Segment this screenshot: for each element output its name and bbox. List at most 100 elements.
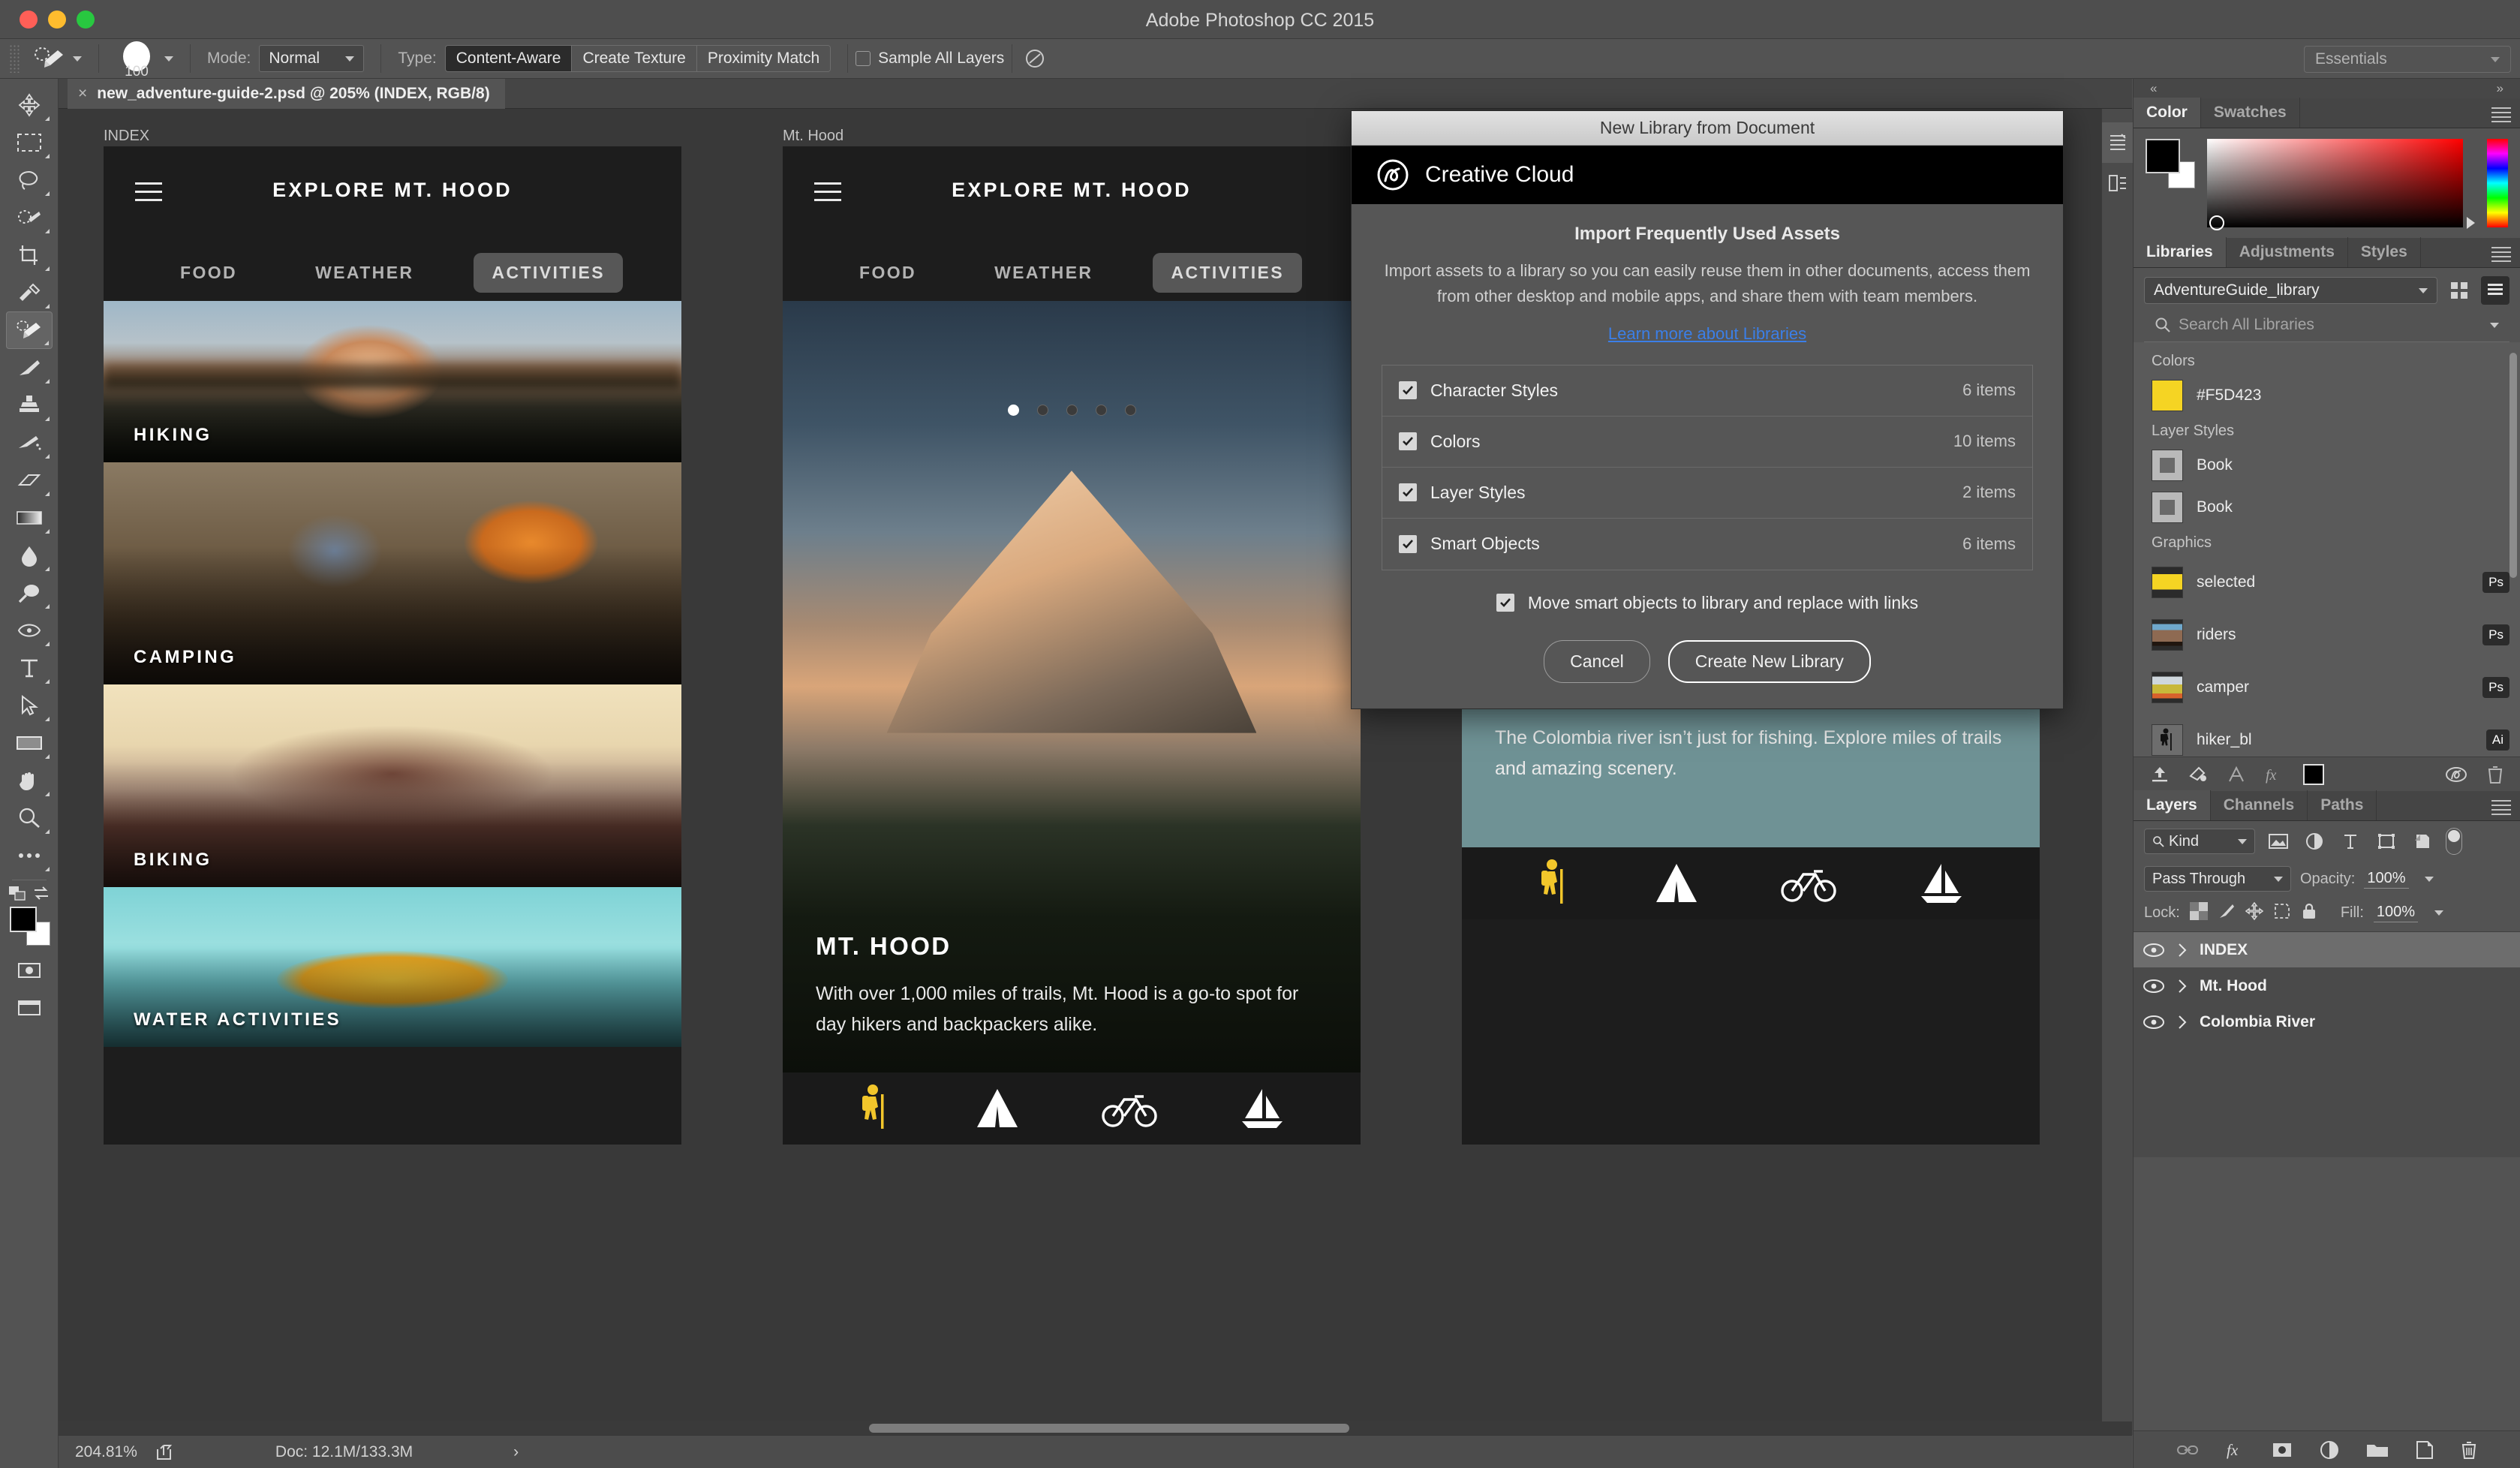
rectangle-tool[interactable] [6, 724, 53, 762]
history-brush-tool[interactable] [6, 424, 53, 462]
pager-dot[interactable] [1095, 405, 1107, 416]
dodge-tool[interactable] [6, 574, 53, 612]
index-nav-weather[interactable]: WEATHER [297, 253, 432, 293]
pager-dot[interactable] [1066, 405, 1078, 416]
tent-icon[interactable] [1653, 862, 1700, 905]
artboard-mt-hood[interactable]: EXPLORE MT. HOOD FOOD WEATHER ACTIVITIES… [783, 146, 1361, 1145]
color-swatches[interactable] [8, 907, 50, 947]
blur-tool[interactable] [6, 537, 53, 574]
list-view-button[interactable] [2481, 276, 2509, 305]
share-icon[interactable] [155, 1443, 175, 1461]
lock-artboard-button[interactable] [2273, 902, 2291, 924]
lock-transparency-button[interactable] [2189, 902, 2208, 924]
index-card-camping[interactable]: CAMPING [104, 462, 681, 684]
layers-list[interactable]: INDEX Mt. Hood Colombia River [2134, 932, 2520, 1157]
pager-dot[interactable] [1007, 405, 1019, 416]
delete-layer-icon[interactable] [2461, 1440, 2477, 1460]
history-panel-button[interactable] [2102, 122, 2134, 163]
eye-icon[interactable] [2143, 1014, 2165, 1030]
lasso-tool[interactable] [6, 161, 53, 199]
hood-nav-activities[interactable]: ACTIVITIES [1153, 252, 1302, 293]
tab-swatches[interactable]: Swatches [2201, 98, 2300, 128]
index-nav-food[interactable]: FOOD [162, 253, 255, 293]
new-layer-icon[interactable] [2416, 1440, 2434, 1460]
foreground-color-swatch[interactable] [2146, 139, 2180, 173]
list-item[interactable]: Book [2134, 444, 2520, 486]
tab-libraries[interactable]: Libraries [2134, 237, 2227, 267]
layer-mask-icon[interactable] [2272, 1442, 2293, 1458]
delete-icon[interactable] [2487, 765, 2503, 784]
filter-enable-toggle[interactable] [2446, 828, 2462, 855]
type-option-proximity-match[interactable]: Proximity Match [696, 46, 831, 71]
pixel-filter-button[interactable] [2266, 830, 2291, 853]
library-items-list[interactable]: Colors #F5D423 Layer Styles Book Book Gr… [2134, 342, 2520, 757]
eye-icon[interactable] [2143, 942, 2165, 958]
tab-paths[interactable]: Paths [2308, 790, 2377, 820]
clone-stamp-tool[interactable] [6, 387, 53, 424]
type-tool[interactable] [6, 649, 53, 687]
chevron-down-icon[interactable] [2434, 910, 2444, 916]
hood-nav-weather[interactable]: WEATHER [976, 253, 1111, 293]
blend-mode-select[interactable]: Pass Through [2144, 866, 2291, 892]
lock-position-button[interactable] [2245, 901, 2264, 924]
fill-value[interactable]: 100% [2373, 904, 2419, 922]
scrollbar-thumb[interactable] [869, 1424, 1349, 1433]
pressure-size-toggle[interactable] [1020, 45, 1050, 72]
quick-selection-tool[interactable] [6, 199, 53, 236]
document-tab[interactable]: × new_adventure-guide-2.psd @ 205% (INDE… [68, 79, 505, 109]
collapse-right-icon[interactable]: » [2497, 81, 2503, 96]
search-input[interactable] [2179, 316, 2476, 334]
quick-mask-tool[interactable] [6, 952, 53, 989]
gradient-tool[interactable] [6, 499, 53, 537]
index-nav-activities[interactable]: ACTIVITIES [474, 252, 623, 293]
type-filter-button[interactable] [2338, 830, 2363, 853]
tent-icon[interactable] [974, 1087, 1021, 1130]
asset-row[interactable]: Layer Styles 2 items [1382, 468, 2032, 519]
crop-tool[interactable] [6, 236, 53, 274]
table-row[interactable]: Mt. Hood [2134, 968, 2520, 1004]
library-select[interactable]: AdventureGuide_library [2144, 277, 2437, 304]
zoom-level[interactable]: 204.81% [75, 1443, 137, 1461]
chevron-right-icon[interactable] [2177, 1015, 2188, 1030]
zoom-tool[interactable] [6, 799, 53, 837]
asset-row[interactable]: Smart Objects 6 items [1382, 519, 2032, 570]
asset-row[interactable]: Colors 10 items [1382, 417, 2032, 468]
smart-objects-checkbox[interactable] [1399, 534, 1417, 553]
tab-adjustments[interactable]: Adjustments [2227, 237, 2348, 267]
collapse-left-icon[interactable]: « [2150, 81, 2157, 96]
hood-nav-food[interactable]: FOOD [841, 253, 934, 293]
asset-row[interactable]: Character Styles 6 items [1382, 365, 2032, 417]
library-scrollbar[interactable] [2509, 353, 2517, 578]
colors-checkbox[interactable] [1399, 432, 1417, 451]
screen-mode-tool[interactable] [6, 989, 53, 1027]
hue-slider[interactable] [2487, 139, 2508, 227]
hiker-icon[interactable] [1537, 859, 1571, 908]
panel-menu-icon[interactable] [2491, 800, 2511, 818]
chevron-down-icon[interactable] [2424, 876, 2434, 882]
brush-tool[interactable] [6, 349, 53, 387]
move-smart-objects-checkbox[interactable] [1496, 594, 1514, 612]
sample-all-layers-checkbox[interactable]: Sample All Layers [856, 50, 1004, 68]
type-option-create-texture[interactable]: Create Texture [572, 46, 697, 71]
list-item[interactable]: hiker_bl Ai [2134, 714, 2520, 757]
tab-color[interactable]: Color [2134, 98, 2201, 128]
tab-styles[interactable]: Styles [2348, 237, 2421, 267]
table-row[interactable]: INDEX [2134, 932, 2520, 968]
hue-slider-handle[interactable] [2467, 217, 2475, 229]
options-bar-grip[interactable] [9, 44, 20, 73]
filter-kind-select[interactable]: Kind [2144, 829, 2255, 854]
upload-icon[interactable] [2150, 766, 2170, 784]
creative-cloud-icon[interactable] [2445, 766, 2467, 784]
eraser-tool[interactable] [6, 462, 53, 499]
grid-view-button[interactable] [2445, 276, 2473, 305]
foreground-color-swatch[interactable] [9, 907, 37, 932]
add-style-icon[interactable]: fx [2264, 766, 2284, 784]
opacity-value[interactable]: 100% [2364, 870, 2409, 889]
create-new-library-button[interactable]: Create New Library [1667, 639, 1871, 683]
hand-tool[interactable] [6, 762, 53, 799]
bicycle-icon[interactable] [1102, 1089, 1157, 1128]
adjustment-layer-icon[interactable] [2320, 1440, 2339, 1460]
edit-toolbar-tool[interactable] [6, 837, 53, 874]
rectangular-marquee-tool[interactable] [6, 124, 53, 161]
sailboat-icon[interactable] [1239, 1087, 1286, 1130]
